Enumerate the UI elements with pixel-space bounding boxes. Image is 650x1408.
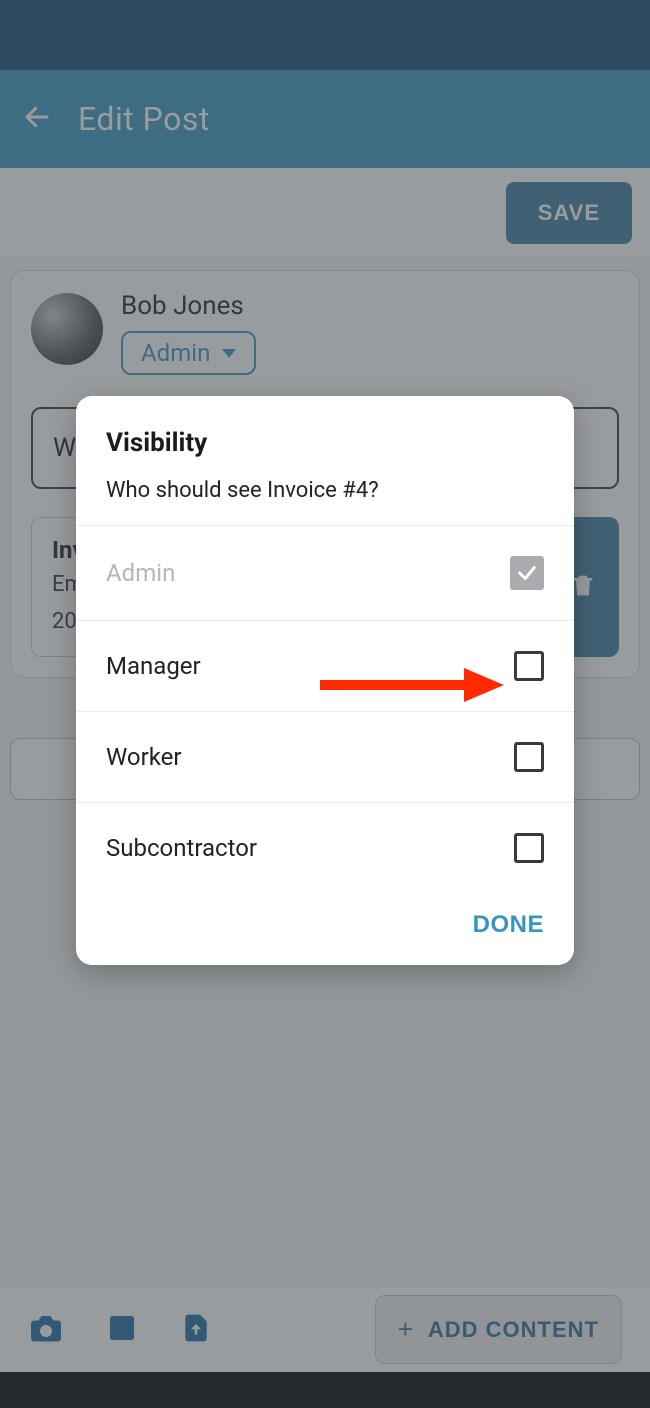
checkbox-manager[interactable] xyxy=(514,651,544,681)
done-button[interactable]: DONE xyxy=(473,911,544,939)
screen: Edit Post SAVE Bob Jones Admin W Inv Em … xyxy=(0,0,650,1408)
checkbox-subcontractor[interactable] xyxy=(514,833,544,863)
dialog-title: Visibility xyxy=(106,428,544,458)
dialog-subtitle: Who should see Invoice #4? xyxy=(106,478,544,503)
visibility-option-manager[interactable]: Manager xyxy=(76,620,574,711)
option-label: Worker xyxy=(106,743,182,771)
visibility-dialog: Visibility Who should see Invoice #4? Ad… xyxy=(76,396,574,965)
visibility-option-admin: Admin xyxy=(76,525,574,620)
checkbox-admin xyxy=(510,556,544,590)
visibility-option-subcontractor[interactable]: Subcontractor xyxy=(76,802,574,893)
option-label: Admin xyxy=(106,559,175,587)
dialog-footer: DONE xyxy=(76,893,574,965)
visibility-option-worker[interactable]: Worker xyxy=(76,711,574,802)
option-label: Subcontractor xyxy=(106,834,257,862)
dialog-header: Visibility Who should see Invoice #4? xyxy=(76,396,574,525)
option-label: Manager xyxy=(106,652,201,680)
checkbox-worker[interactable] xyxy=(514,742,544,772)
